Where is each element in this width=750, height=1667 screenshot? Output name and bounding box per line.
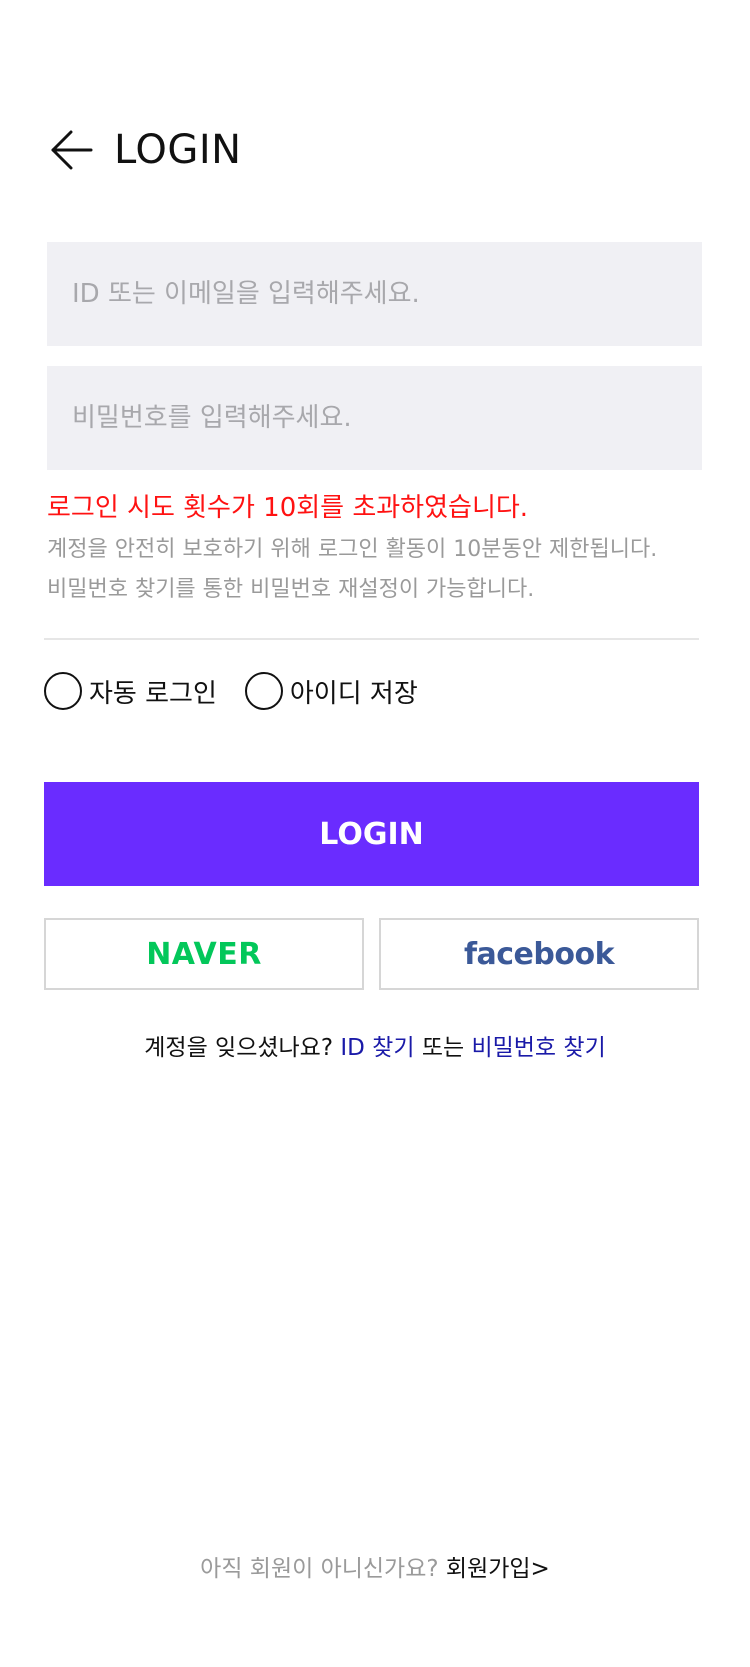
login-options: 자동 로그인 아이디 저장 — [44, 670, 446, 712]
save-id-option[interactable]: 아이디 저장 — [244, 672, 418, 710]
save-id-label: 아이디 저장 — [289, 678, 418, 709]
back-button[interactable] — [50, 128, 94, 172]
find-id-link[interactable]: ID 찾기 — [340, 1035, 414, 1061]
signup-link[interactable]: 회원가입> — [446, 1556, 550, 1582]
facebook-logo: facebook — [463, 936, 615, 972]
forgot-or-text: 또는 — [421, 1035, 465, 1061]
error-line-2: 비밀번호 찾기를 통한 비밀번호 재설정이 가능합니다. — [47, 577, 535, 602]
login-button[interactable]: LOGIN — [44, 782, 699, 886]
forgot-prompt: 계정을 잊으셨나요? — [144, 1035, 334, 1061]
password-input[interactable] — [47, 366, 702, 470]
find-password-link[interactable]: 비밀번호 찾기 — [471, 1035, 605, 1061]
signup-row: 아직 회원이 아니신가요? 회원가입> — [0, 1549, 750, 1583]
facebook-login-button[interactable]: facebook — [379, 918, 699, 990]
divider — [44, 638, 699, 640]
save-id-radio[interactable] — [244, 672, 283, 710]
header: LOGIN — [50, 120, 242, 180]
auto-login-option[interactable]: 자동 로그인 — [44, 672, 217, 710]
login-error-title: 로그인 시도 횟수가 10회를 초과하였습니다. — [47, 493, 529, 523]
auto-login-radio[interactable] — [44, 672, 82, 710]
auto-login-label: 자동 로그인 — [89, 678, 217, 709]
forgot-account-row: 계정을 잊으셨나요? ID 찾기 또는 비밀번호 찾기 — [0, 1028, 750, 1062]
signup-prompt: 아직 회원이 아니신가요? — [200, 1556, 439, 1582]
login-error-description: 계정을 안전히 보호하기 위해 로그인 활동이 10분동안 제한됩니다. 비밀번… — [47, 530, 707, 610]
naver-logo: NAVER — [146, 936, 262, 972]
arrow-left-icon — [51, 130, 93, 170]
error-line-1: 계정을 안전히 보호하기 위해 로그인 활동이 10분동안 제한됩니다. — [47, 537, 658, 562]
page-title: LOGIN — [114, 127, 242, 173]
id-email-input[interactable] — [47, 242, 702, 346]
naver-login-button[interactable]: NAVER — [44, 918, 364, 990]
